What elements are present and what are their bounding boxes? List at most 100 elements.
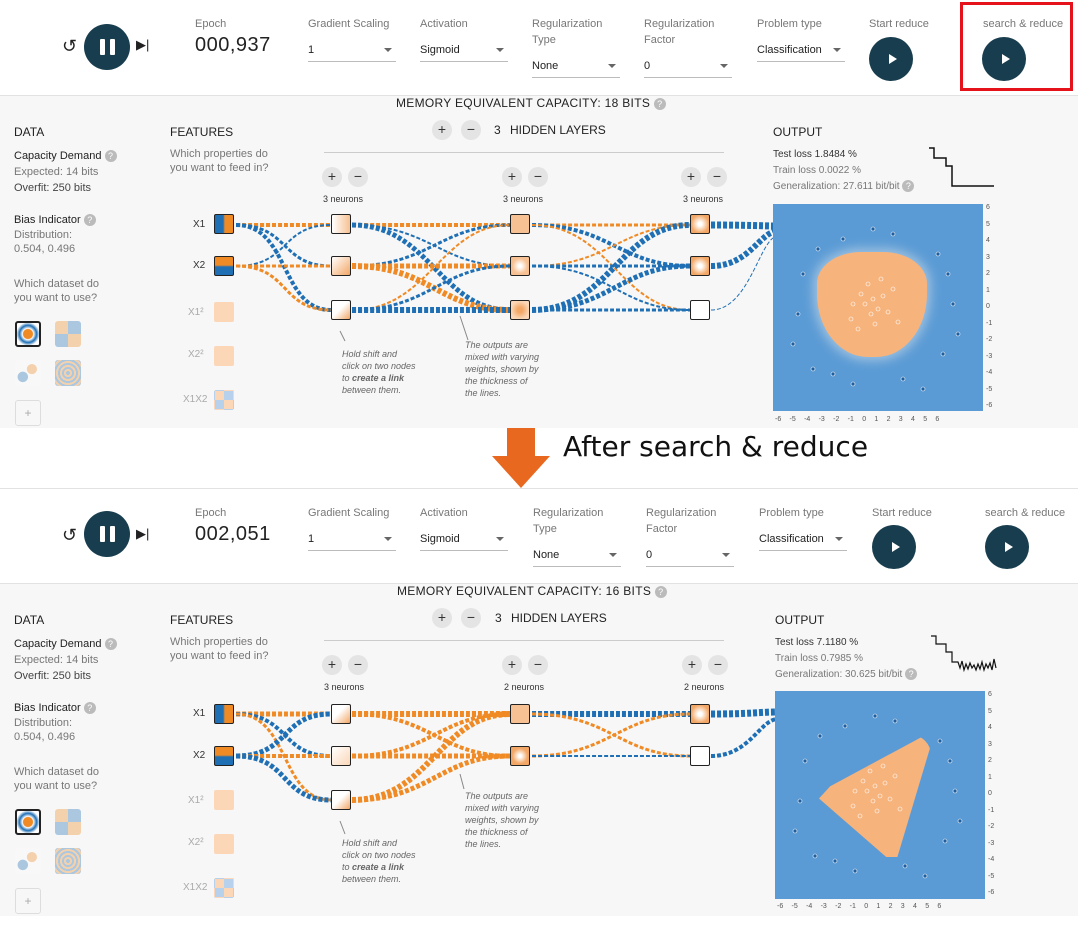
neuron-node[interactable] xyxy=(690,214,710,234)
regularization-type-label: Regularization Type xyxy=(533,507,604,535)
neuron-node[interactable] xyxy=(331,790,351,810)
neuron-node[interactable] xyxy=(690,256,710,276)
feature-node-x1-squared[interactable] xyxy=(214,302,234,322)
test-loss: Test loss 1.8484 % xyxy=(773,149,857,160)
regularization-factor-label: Regularization Factor xyxy=(646,507,717,535)
chevron-down-icon xyxy=(833,48,841,52)
step-icon[interactable]: ▶| xyxy=(136,526,149,542)
feature-node-x2[interactable] xyxy=(214,746,234,766)
chevron-down-icon xyxy=(835,537,843,541)
feature-node-x1-squared[interactable] xyxy=(214,790,234,810)
gradient-scaling-select[interactable]: 1 xyxy=(308,527,396,551)
problem-type-select[interactable]: Classification xyxy=(757,38,845,62)
chevron-down-icon xyxy=(722,553,730,557)
regularization-type-select[interactable]: None xyxy=(532,54,620,78)
activation-label: Activation xyxy=(420,507,468,519)
play-icon xyxy=(891,542,900,552)
data-points xyxy=(792,713,963,879)
loss-sparkline xyxy=(929,147,994,187)
reset-icon[interactable]: ↺ xyxy=(62,525,77,546)
shift-click-hint: Hold shift and click on two nodes to creat… xyxy=(342,838,416,884)
chevron-down-icon xyxy=(608,64,616,68)
neuron-node[interactable] xyxy=(331,300,351,320)
step-icon[interactable]: ▶| xyxy=(136,37,149,53)
feature-label-x1x2: X1X2 xyxy=(183,882,208,893)
feature-label-x2: X2 xyxy=(193,260,206,271)
feature-label-x1: X1 xyxy=(193,708,206,719)
problem-type-label: Problem type xyxy=(759,507,824,519)
neuron-node[interactable] xyxy=(510,746,530,766)
help-icon[interactable]: ? xyxy=(902,180,915,193)
feature-label-x2-squared: X2² xyxy=(188,837,204,848)
train-loss: Train loss 0.7985 % xyxy=(775,653,864,664)
neuron-node[interactable] xyxy=(510,300,530,320)
search-reduce-button[interactable] xyxy=(985,525,1029,569)
start-reduce-label: Start reduce xyxy=(869,18,929,30)
network-area: MEMORY EQUIVALENT CAPACITY: 18 BITS ? DA… xyxy=(0,96,1078,428)
chevron-down-icon xyxy=(609,553,617,557)
play-icon xyxy=(1001,54,1010,64)
regularization-type-label: Regularization Type xyxy=(532,18,603,46)
neuron-node[interactable] xyxy=(331,214,351,234)
pause-button[interactable] xyxy=(84,24,130,70)
control-bar: ↺ ▶| Epoch 002,051 Gradient Scaling 1 Ac… xyxy=(0,488,1078,584)
generalization: Generalization: 27.611 bit/bit ? xyxy=(773,179,915,195)
feature-label-x1-squared: X1² xyxy=(188,307,204,318)
regularization-type-select[interactable]: None xyxy=(533,543,621,567)
start-reduce-label: Start reduce xyxy=(872,507,932,519)
feature-label-x2: X2 xyxy=(193,750,206,761)
chevron-down-icon xyxy=(384,537,392,541)
y-axis-ticks: 6 5 4 3 2 1 0 -1 -2 -3 -4 -5 -6 xyxy=(986,204,993,409)
control-bar: ↺ ▶| Epoch 000,937 Gradient Scaling 1 Ac… xyxy=(0,0,1078,96)
pause-button[interactable] xyxy=(84,511,130,557)
neuron-node[interactable] xyxy=(690,746,710,766)
play-icon xyxy=(1004,542,1013,552)
help-icon[interactable]: ? xyxy=(905,668,918,681)
gradient-scaling-label: Gradient Scaling xyxy=(308,18,390,30)
feature-label-x1x2: X1X2 xyxy=(183,394,208,405)
train-loss: Train loss 0.0022 % xyxy=(773,165,862,176)
neuron-node[interactable] xyxy=(331,746,351,766)
activation-select[interactable]: Sigmoid xyxy=(420,38,508,62)
neuron-node[interactable] xyxy=(510,214,530,234)
neuron-node[interactable] xyxy=(510,704,530,724)
feature-node-x1x2[interactable] xyxy=(214,390,234,410)
panel-after: ↺ ▶| Epoch 002,051 Gradient Scaling 1 Ac… xyxy=(0,488,1078,916)
output-plot xyxy=(775,691,985,899)
feature-node-x1[interactable] xyxy=(214,704,234,724)
gradient-scaling-select[interactable]: 1 xyxy=(308,38,396,62)
loss-sparkline xyxy=(931,635,997,673)
feature-node-x2-squared[interactable] xyxy=(214,834,234,854)
epoch-value: 000,937 xyxy=(195,34,271,56)
neuron-node[interactable] xyxy=(510,256,530,276)
regularization-factor-select[interactable]: 0 xyxy=(646,543,734,567)
section-heading: After search & reduce xyxy=(563,430,869,463)
reset-icon[interactable]: ↺ xyxy=(62,36,77,57)
network-area: MEMORY EQUIVALENT CAPACITY: 16 BITS ? DA… xyxy=(0,584,1078,916)
feature-node-x1[interactable] xyxy=(214,214,234,234)
panel-before: ↺ ▶| Epoch 000,937 Gradient Scaling 1 Ac… xyxy=(0,0,1078,428)
play-icon xyxy=(888,54,897,64)
search-reduce-button[interactable] xyxy=(982,37,1026,81)
start-reduce-button[interactable] xyxy=(869,37,913,81)
search-reduce-label: search & reduce xyxy=(983,18,1064,30)
feature-node-x2-squared[interactable] xyxy=(214,346,234,366)
chevron-down-icon xyxy=(384,48,392,52)
chevron-down-icon xyxy=(496,48,504,52)
neuron-node[interactable] xyxy=(690,300,710,320)
weights-hint: The outputs are mixed with varying weights… xyxy=(465,340,540,398)
neuron-node[interactable] xyxy=(331,704,351,724)
neuron-node[interactable] xyxy=(690,704,710,724)
neuron-node[interactable] xyxy=(331,256,351,276)
feature-label-x1-squared: X1² xyxy=(188,795,204,806)
problem-type-select[interactable]: Classification xyxy=(759,527,847,551)
activation-select[interactable]: Sigmoid xyxy=(420,527,508,551)
output-plot xyxy=(773,204,983,411)
output-heading: OUTPUT xyxy=(775,613,825,627)
gradient-scaling-label: Gradient Scaling xyxy=(308,507,390,519)
regularization-factor-select[interactable]: 0 xyxy=(644,54,732,78)
feature-node-x2[interactable] xyxy=(214,256,234,276)
start-reduce-button[interactable] xyxy=(872,525,916,569)
x-axis-ticks: -6 -5 -4 -3 -2 -1 0 1 2 3 4 5 6 xyxy=(775,416,940,423)
feature-node-x1x2[interactable] xyxy=(214,878,234,898)
